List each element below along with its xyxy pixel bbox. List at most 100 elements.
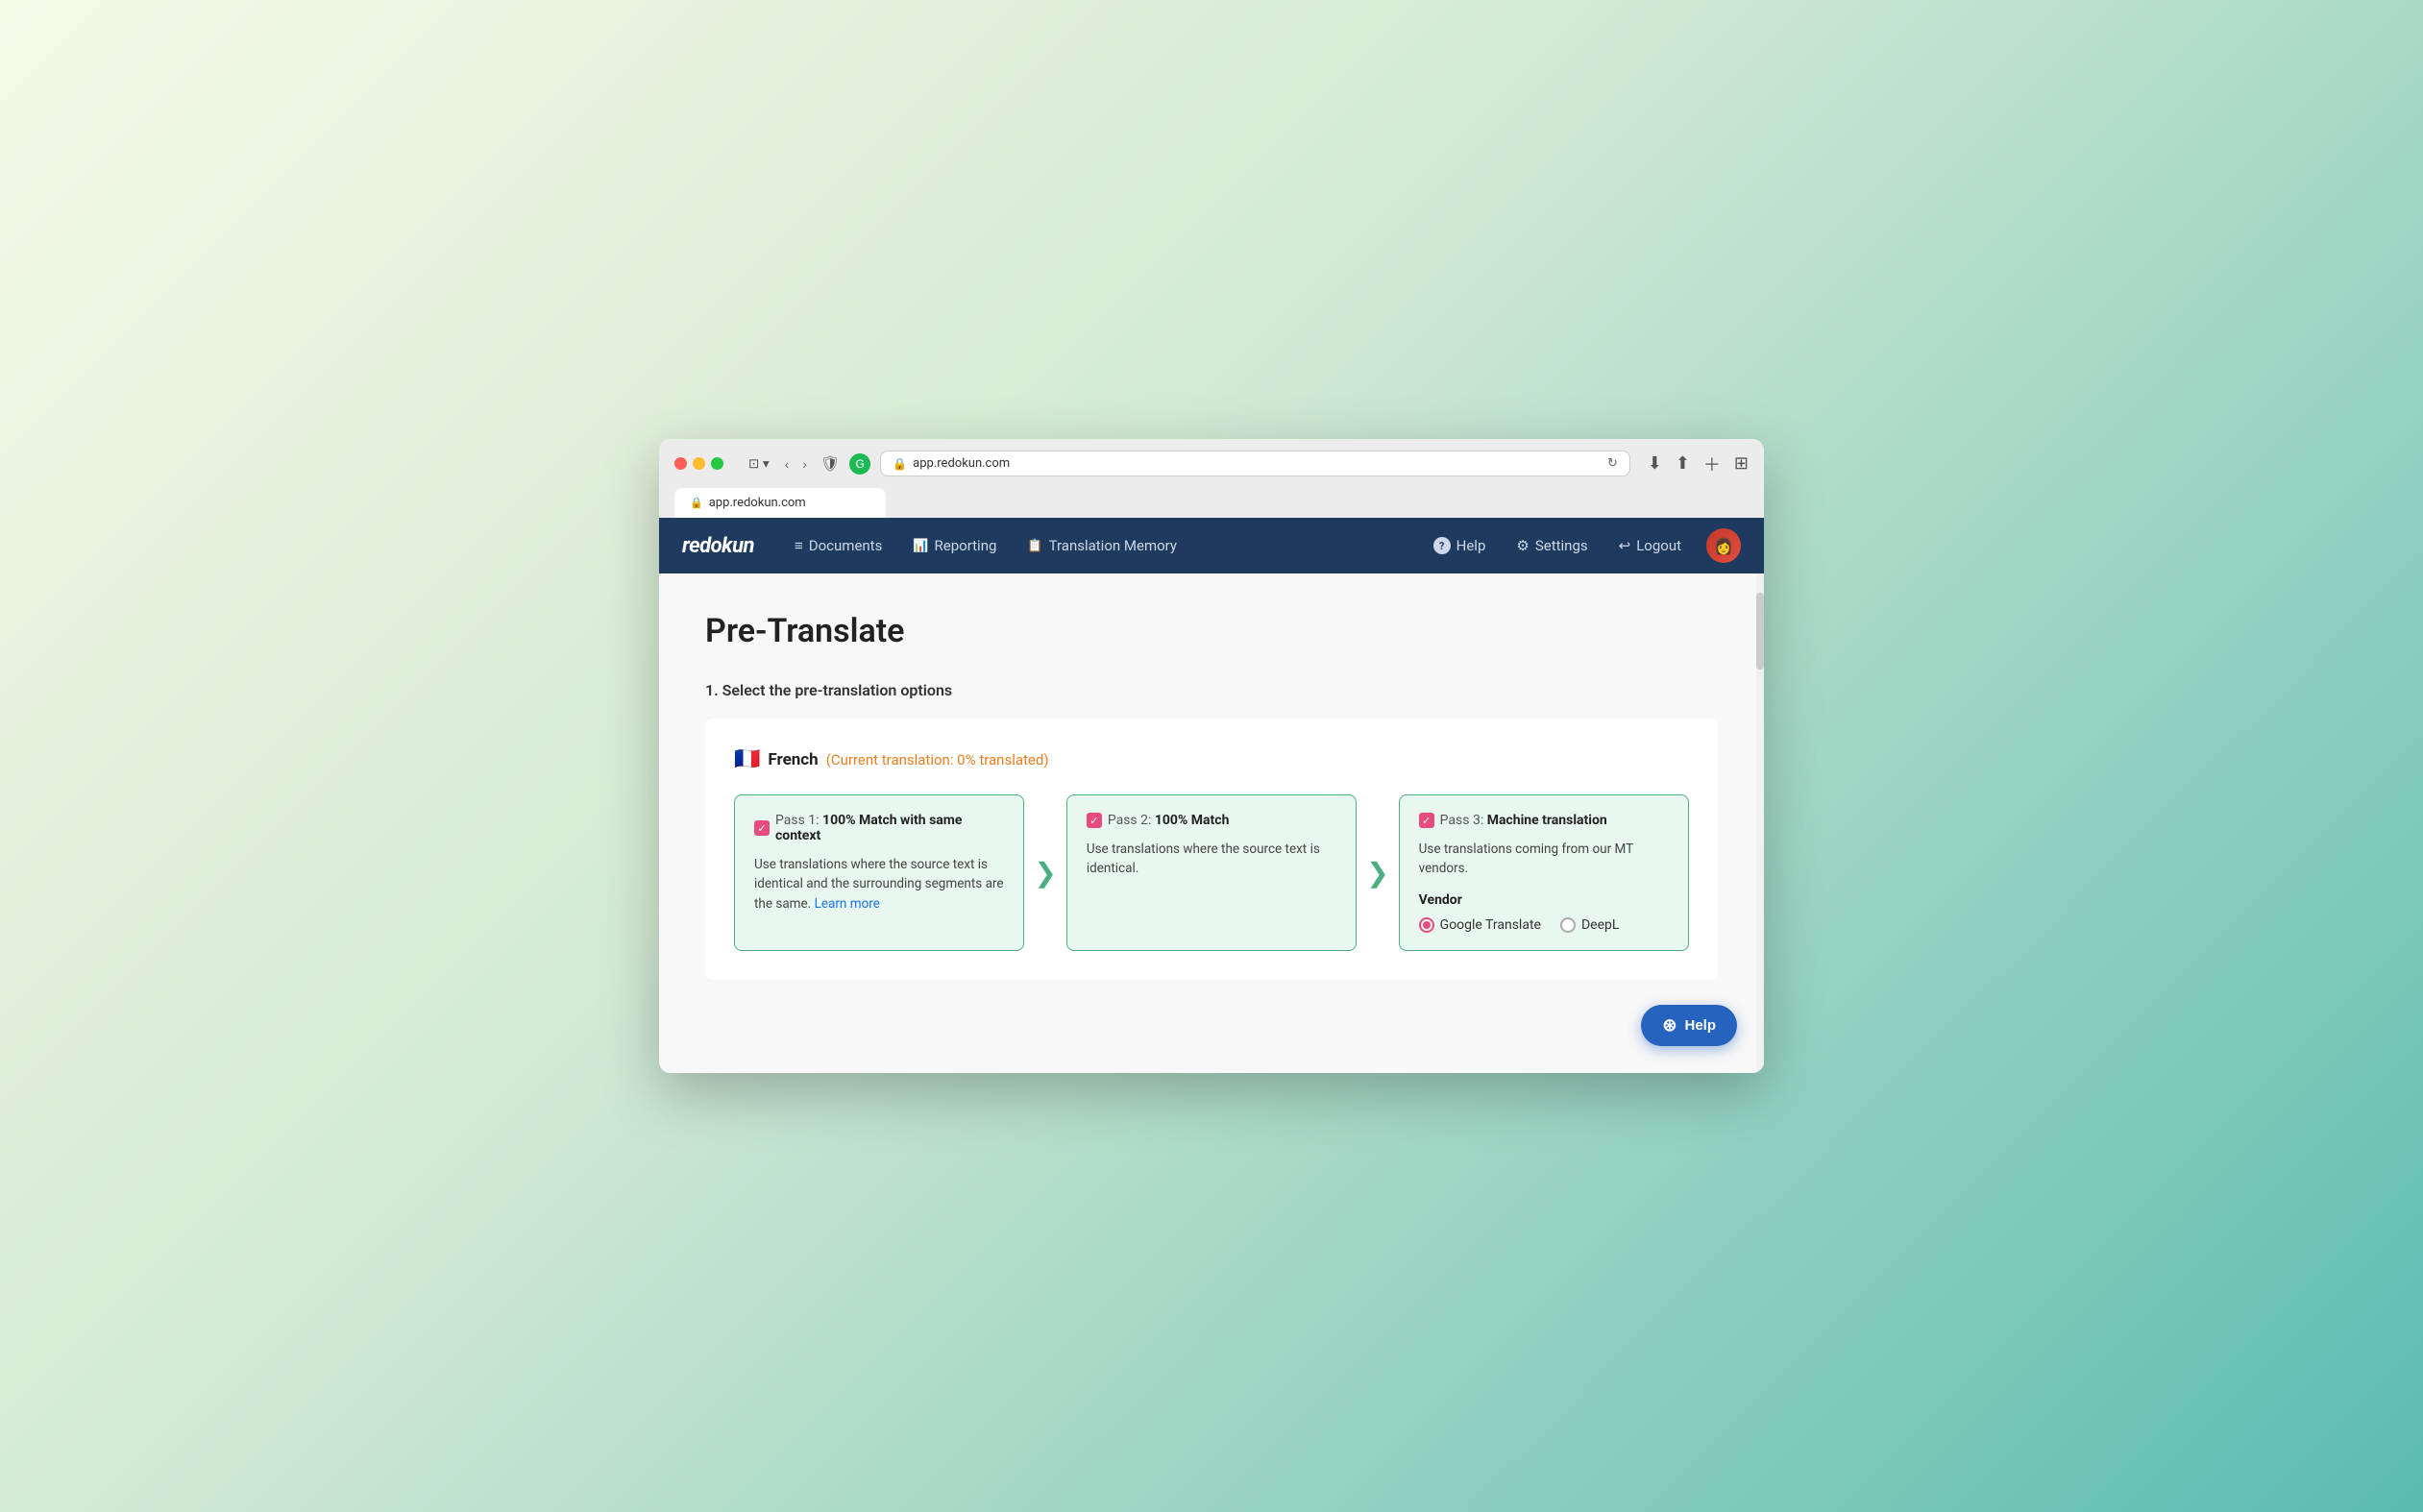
pass2-prefix: Pass 2: [1108,813,1155,828]
grid-icon[interactable]: ⊞ [1734,453,1749,474]
pass1-learn-more[interactable]: Learn more [815,896,880,912]
vendor-label: Vendor [1419,892,1669,908]
arrow-2: ❯ [1357,794,1398,951]
app-logo: redokun [682,534,754,558]
download-icon[interactable]: ⬇ [1648,453,1662,474]
section-box: 🇫🇷 French (Current translation: 0% trans… [705,719,1718,980]
pass2-title: ✓ Pass 2: 100% Match [1087,813,1336,828]
help-circle-icon: ? [1433,537,1451,554]
help-lifebuoy-icon: ⊛ [1662,1015,1677,1036]
address-bar-icons: ↻ [1607,456,1618,471]
tab-title: app.redokun.com [709,496,806,510]
pass1-label: Pass 1: 100% Match with same context [775,813,1004,843]
nav-translation-memory-label: Translation Memory [1049,537,1177,554]
lock-icon: 🔒 [893,457,907,471]
pass2-description: Use translations where the source text i… [1087,840,1336,879]
pass2-checkbox[interactable]: ✓ [1087,813,1102,828]
french-flag: 🇫🇷 [734,747,760,771]
reporting-icon: 📊 [913,539,928,553]
google-translate-label: Google Translate [1440,917,1541,933]
language-header: 🇫🇷 French (Current translation: 0% trans… [734,747,1689,771]
vendor-google[interactable]: Google Translate [1419,917,1541,933]
translation-status: (Current translation: 0% translated) [826,751,1049,768]
nav-settings[interactable]: ⚙ Settings [1503,529,1601,562]
grammarly-icon: G [849,453,870,475]
pass2-card: ✓ Pass 2: 100% Match Use translations wh… [1066,794,1357,951]
nav-help[interactable]: ? Help [1420,529,1500,562]
app-nav: redokun ≡ Documents 📊 Reporting 📋 Transl… [659,518,1764,573]
chevron-right-icon-1: ❯ [1034,857,1056,889]
new-tab-icon[interactable]: ＋ [1703,451,1721,476]
sidebar-toggle-button[interactable]: ⊡ ▾ [743,454,775,474]
pass1-card: ✓ Pass 1: 100% Match with same context U… [734,794,1024,951]
vendor-deepl[interactable]: DeepL [1560,917,1619,933]
help-float-label: Help [1684,1017,1716,1034]
section-header: 1. Select the pre-translation options [705,681,1718,699]
page-wrapper: redokun ≡ Documents 📊 Reporting 📋 Transl… [659,518,1764,1073]
forward-button[interactable]: › [798,454,811,474]
avatar-image: 👩 [1714,537,1733,555]
tab-favicon: 🔒 [690,497,703,509]
share-icon[interactable]: ⬆ [1676,453,1690,474]
scrollbar-thumb[interactable] [1756,593,1764,670]
scrollbar[interactable] [1756,573,1764,1073]
documents-icon: ≡ [795,537,803,554]
deepl-label: DeepL [1581,917,1619,933]
browser-titlebar: ⊡ ▾ ‹ › 🛡 G 🔒 app.redokun.com ↻ ⬇ ⬆ ＋ ⊞ [674,451,1749,476]
vendor-section: Vendor Google Translate DeepL [1419,892,1669,933]
pass3-card: ✓ Pass 3: Machine translation Use transl… [1399,794,1689,951]
logout-icon: ↩ [1619,537,1631,554]
pass1-description: Use translations where the source text i… [754,855,1004,914]
nav-translation-memory[interactable]: 📋 Translation Memory [1014,529,1190,562]
nav-reporting[interactable]: 📊 Reporting [899,529,1010,562]
pass3-description: Use translations coming from our MT vend… [1419,840,1669,879]
pass3-title: ✓ Pass 3: Machine translation [1419,813,1669,828]
settings-icon: ⚙ [1516,537,1529,554]
browser-controls: ⊡ ▾ ‹ › 🛡 G [743,452,870,476]
page-title: Pre-Translate [705,612,1718,650]
nav-help-label: Help [1456,537,1486,554]
arrow-1: ❯ [1024,794,1065,951]
nav-logout-label: Logout [1636,537,1681,554]
help-float-button[interactable]: ⊛ Help [1641,1005,1737,1046]
pass3-prefix: Pass 3: [1440,813,1487,828]
nav-reporting-label: Reporting [935,537,997,554]
pass2-label: Pass 2: 100% Match [1108,813,1230,828]
browser-window: ⊡ ▾ ‹ › 🛡 G 🔒 app.redokun.com ↻ ⬇ ⬆ ＋ ⊞ [659,439,1764,1073]
browser-toolbar-icons: ⬇ ⬆ ＋ ⊞ [1648,451,1749,476]
refresh-icon[interactable]: ↻ [1607,456,1618,471]
shield-icon: 🛡 [817,452,844,476]
pass2-bold: 100% Match [1155,813,1230,828]
nav-links: ≡ Documents 📊 Reporting 📋 Translation Me… [781,529,1412,562]
deepl-radio[interactable] [1560,917,1576,933]
pass1-checkbox[interactable]: ✓ [754,820,770,836]
nav-settings-label: Settings [1535,537,1588,554]
pass1-prefix: Pass 1: [775,813,822,828]
active-tab[interactable]: 🔒 app.redokun.com [674,488,886,518]
google-translate-radio[interactable] [1419,917,1434,933]
pass1-title: ✓ Pass 1: 100% Match with same context [754,813,1004,843]
user-avatar[interactable]: 👩 [1706,528,1741,563]
passes-container: ✓ Pass 1: 100% Match with same context U… [734,794,1689,951]
nav-documents-label: Documents [809,537,883,554]
maximize-button[interactable] [711,457,723,470]
pass3-bold: Machine translation [1487,813,1607,828]
language-name: French [768,750,818,769]
nav-logout[interactable]: ↩ Logout [1605,529,1695,562]
close-button[interactable] [674,457,687,470]
nav-right: ? Help ⚙ Settings ↩ Logout 👩 [1420,528,1741,563]
translation-memory-icon: 📋 [1027,539,1042,553]
browser-tabs: 🔒 app.redokun.com [674,488,1749,518]
traffic-lights [674,457,723,470]
minimize-button[interactable] [693,457,705,470]
chevron-right-icon-2: ❯ [1366,857,1388,889]
pass3-label: Pass 3: Machine translation [1440,813,1607,828]
browser-chrome: ⊡ ▾ ‹ › 🛡 G 🔒 app.redokun.com ↻ ⬇ ⬆ ＋ ⊞ [659,439,1764,518]
nav-documents[interactable]: ≡ Documents [781,529,895,562]
pass3-checkbox[interactable]: ✓ [1419,813,1434,828]
back-button[interactable]: ‹ [781,454,794,474]
page-content: Pre-Translate 1. Select the pre-translat… [659,573,1764,1073]
address-bar[interactable]: 🔒 app.redokun.com ↻ [880,451,1630,476]
url-display: app.redokun.com [913,456,1010,471]
vendor-options: Google Translate DeepL [1419,917,1669,933]
